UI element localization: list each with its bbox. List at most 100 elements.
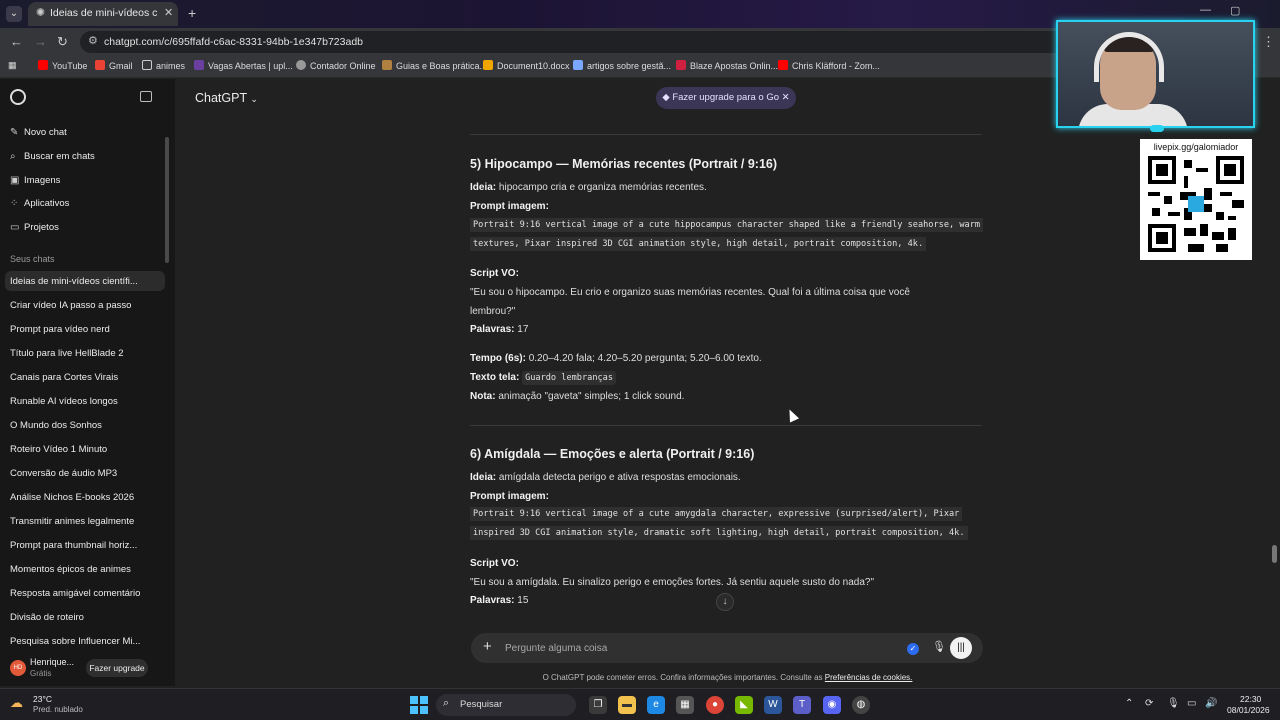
section-title-6: 6) Amígdala — Emoções e alerta (Portrait…	[470, 447, 755, 461]
model-selector[interactable]: ChatGPT ⌄	[195, 91, 258, 105]
script-label-5: Script VO:	[470, 268, 519, 279]
voice-mode-button[interactable]: |||	[950, 637, 972, 659]
user-name: Henrique...	[30, 657, 75, 667]
close-icon[interactable]: ✕	[782, 92, 790, 103]
script-text-5-line2: lembrou?"	[470, 306, 516, 317]
ideia-5: Ideia: hipocampo cria e organiza memória…	[470, 182, 707, 193]
nota-5: Nota: animação "gaveta" simples; 1 click…	[470, 391, 685, 402]
chat-item[interactable]: Pesquisa sobre Influencer Mi...	[10, 636, 160, 647]
script-text-6: "Eu sou a amígdala. Eu sinalizo perigo e…	[470, 577, 875, 588]
upgrade-go-pill[interactable]: ◆ Fazer upgrade para o Go ✕	[656, 87, 796, 109]
bookmark-document[interactable]: Document10.docx	[483, 60, 570, 71]
bookmark-guias[interactable]: Guias e Boas prática...	[382, 60, 487, 71]
discord-icon[interactable]: ◉	[823, 696, 841, 714]
edit-icon: ✎	[10, 127, 19, 138]
chat-item[interactable]: Transmitir animes legalmente	[10, 516, 160, 527]
microphone-icon[interactable]: 🎙	[932, 640, 946, 653]
mic-tray-icon[interactable]: 🎙	[1167, 698, 1180, 709]
bookmark-blaze[interactable]: Blaze Apostas Onlin...	[676, 60, 778, 71]
chat-item[interactable]: Runable AI vídeos longos	[10, 396, 160, 407]
bookmark-artigos[interactable]: artigos sobre gestã...	[573, 60, 671, 71]
bookmark-chris[interactable]: Chris Kläfford - Zom...	[778, 60, 880, 71]
chat-item[interactable]: O Mundo dos Sonhos	[10, 420, 160, 431]
browser-tab[interactable]: ✺ Ideias de mini-vídeos científicos ✕	[28, 2, 178, 26]
prompt-label-5: Prompt imagem:	[470, 201, 549, 212]
tray-chevron-icon[interactable]: ⌃	[1125, 698, 1133, 709]
chat-item[interactable]: Conversão de áudio MP3	[10, 468, 160, 479]
sidebar-item-novo-chat[interactable]: ✎ Novo chat	[10, 127, 67, 138]
scroll-down-button[interactable]: ↓	[716, 593, 734, 611]
prompt-label-6: Prompt imagem:	[470, 491, 549, 502]
section-title-5: 5) Hipocampo — Memórias recentes (Portra…	[470, 157, 778, 171]
chevron-down-icon: ⌄	[250, 94, 258, 104]
sidebar-scrollbar[interactable]	[165, 137, 169, 263]
back-icon[interactable]: ←	[10, 34, 23, 49]
word-icon[interactable]: W	[764, 696, 782, 714]
weather-temp[interactable]: 23°C	[33, 694, 52, 704]
qr-code-icon	[1148, 156, 1244, 252]
forward-icon[interactable]: →	[34, 34, 47, 49]
chat-item[interactable]: Criar vídeo IA passo a passo	[10, 300, 160, 311]
chat-item[interactable]: Momentos épicos de animes	[10, 564, 160, 575]
chat-item[interactable]: Divisão de roteiro	[10, 612, 160, 623]
palavras-6: Palavras: 15	[470, 595, 529, 606]
bookmark-contador[interactable]: Contador Online	[296, 60, 376, 71]
minimize-icon[interactable]: —	[1200, 4, 1211, 16]
sidebar-toggle-icon[interactable]	[140, 91, 152, 102]
bookmark-vagas[interactable]: Vagas Abertas | upl...	[194, 60, 293, 71]
new-tab-icon[interactable]: +	[188, 5, 196, 21]
sidebar-item-aplicativos[interactable]: ⁘ Aplicativos	[10, 198, 69, 209]
chatgpt-logo-icon[interactable]	[10, 89, 26, 105]
bookmark-gmail[interactable]: Gmail	[95, 60, 133, 71]
nvidia-icon[interactable]: ◣	[735, 696, 753, 714]
chrome-icon[interactable]: ●	[706, 696, 724, 714]
windows-start-icon[interactable]	[410, 696, 428, 714]
store-icon[interactable]: ▦	[676, 696, 694, 714]
chat-item[interactable]: Prompt para vídeo nerd	[10, 324, 160, 335]
clock-time[interactable]: 22:30	[1240, 694, 1261, 704]
obs-icon[interactable]: ◍	[852, 696, 870, 714]
chatgpt-favicon-icon: ✺	[35, 7, 46, 19]
network-icon[interactable]: ▭	[1187, 698, 1196, 709]
teams-icon[interactable]: T	[793, 696, 811, 714]
maximize-icon[interactable]: ▢	[1230, 4, 1240, 17]
webcam-overlay	[1056, 20, 1255, 128]
windows-taskbar: ☁ 23°C Pred. nublado ⌕ Pesquisar ❐ ▬ e ▦…	[0, 688, 1280, 720]
weather-desc[interactable]: Pred. nublado	[33, 705, 83, 714]
prompt-input[interactable]	[505, 639, 885, 657]
chat-item[interactable]: Resposta amigável comentário	[10, 588, 160, 599]
script-text-5-line1: "Eu sou o hipocampo. Eu crio e organizo …	[470, 287, 910, 298]
upgrade-button[interactable]: Fazer upgrade	[86, 659, 148, 677]
bookmark-animes[interactable]: animes	[142, 60, 185, 71]
browser-menu-icon[interactable]: ⋮	[1262, 34, 1275, 50]
close-tab-icon[interactable]: ✕	[164, 6, 173, 19]
chat-item[interactable]: Ideias de mini-vídeos científi...	[10, 276, 160, 287]
main-scrollbar[interactable]	[1272, 545, 1277, 563]
sidebar-item-imagens[interactable]: ▣ Imagens	[10, 175, 60, 186]
task-view-icon[interactable]: ❐	[589, 696, 607, 714]
tab-search-icon[interactable]: ⌄	[6, 6, 22, 22]
sync-icon[interactable]: ⟳	[1145, 698, 1153, 709]
composer: + ✓ 🎙 |||	[471, 633, 983, 663]
edge-icon[interactable]: e	[647, 696, 665, 714]
chat-item[interactable]: Prompt para thumbnail horiz...	[10, 540, 160, 551]
reload-icon[interactable]: ↻	[57, 34, 68, 50]
file-explorer-icon[interactable]: ▬	[618, 696, 636, 714]
user-menu[interactable]: HD Henrique... Grátis Fazer upgrade	[0, 652, 175, 686]
plus-icon[interactable]: +	[483, 638, 492, 655]
chat-item[interactable]: Análise Nichos E-books 2026	[10, 492, 160, 503]
taskbar-search[interactable]: ⌕ Pesquisar	[436, 694, 576, 716]
weather-icon[interactable]: ☁	[10, 695, 23, 711]
bookmark-youtube[interactable]: YouTube	[38, 60, 87, 71]
chat-item[interactable]: Título para live HellBlade 2	[10, 348, 160, 359]
clock-date[interactable]: 08/01/2026	[1227, 705, 1270, 715]
chat-item[interactable]: Roteiro Vídeo 1 Minuto	[10, 444, 160, 455]
volume-icon[interactable]: 🔊	[1205, 698, 1217, 709]
texto-tela-5: Texto tela: Guardo lembranças	[470, 371, 617, 385]
sidebar-item-buscar[interactable]: ⌕ Buscar em chats	[10, 151, 95, 162]
sidebar-item-projetos[interactable]: ▭ Projetos	[10, 222, 59, 233]
site-info-icon[interactable]: ⚙	[88, 34, 98, 47]
apps-grid-icon[interactable]: ▦	[8, 60, 17, 71]
chat-item[interactable]: Canais para Cortes Virais	[10, 372, 160, 383]
cookie-preferences-link[interactable]: Preferências de cookies.	[825, 673, 913, 682]
